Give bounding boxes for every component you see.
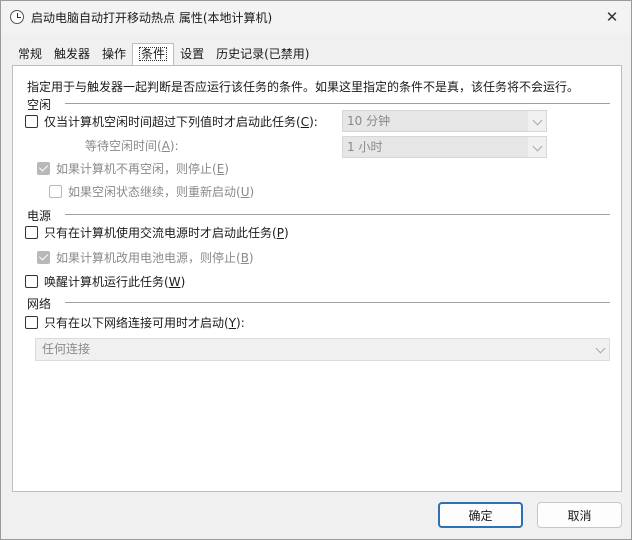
conditions-panel: 指定用于与触发器一起判断是否应运行该任务的条件。如果这里指定的条件不是真，该任务… — [12, 65, 622, 492]
restart-on-idle-label: 如果空闲状态继续，则重新启动(U) — [68, 185, 255, 199]
ok-button[interactable]: 确定 — [438, 502, 523, 528]
stop-on-idle-end-label: 如果计算机不再空闲，则停止(E) — [56, 162, 229, 176]
tab-settings[interactable]: 设置 — [174, 44, 210, 66]
start-idle-checkbox[interactable] — [25, 115, 38, 128]
tab-strip: 常规 触发器 操作 条件 设置 历史记录(已禁用) — [12, 43, 315, 67]
tab-general[interactable]: 常规 — [12, 44, 48, 66]
restart-on-idle-row[interactable]: 如果空闲状态继续，则重新启动(U) — [49, 183, 254, 200]
idle-duration-value: 10 分钟 — [347, 114, 391, 128]
ac-only-row[interactable]: 只有在计算机使用交流电源时才启动此任务(P) — [25, 224, 289, 241]
restart-on-idle-checkbox[interactable] — [49, 185, 62, 198]
close-button[interactable]: ✕ — [599, 5, 625, 29]
start-idle-label: 仅当计算机空闲时间超过下列值时才启动此任务(C): — [44, 115, 318, 129]
network-section-label: 网络 — [27, 297, 52, 311]
network-only-label: 只有在以下网络连接可用时才启动(Y): — [44, 316, 245, 330]
network-section-divider — [65, 302, 610, 303]
chevron-down-icon — [532, 141, 543, 152]
wait-timeout-combo[interactable]: 1 小时 — [342, 136, 547, 158]
title-bar: 启动电脑自动打开移动热点 属性(本地计算机) ✕ — [1, 1, 631, 33]
power-section-divider — [65, 214, 610, 215]
network-only-row[interactable]: 只有在以下网络连接可用时才启动(Y): — [25, 314, 245, 331]
close-icon: ✕ — [605, 8, 619, 26]
idle-section-divider — [65, 103, 610, 104]
wait-idle-label: 等待空闲时间(A): — [85, 139, 179, 153]
network-connection-value: 任何连接 — [42, 342, 91, 356]
wait-timeout-value: 1 小时 — [347, 140, 383, 154]
tab-conditions[interactable]: 条件 — [132, 43, 175, 67]
start-idle-row[interactable]: 仅当计算机空闲时间超过下列值时才启动此任务(C): — [25, 113, 318, 130]
wake-row[interactable]: 唤醒计算机运行此任务(W) — [25, 273, 185, 290]
task-properties-dialog: 启动电脑自动打开移动热点 属性(本地计算机) ✕ 常规 触发器 操作 条件 设置… — [0, 0, 632, 540]
stop-on-battery-checkbox[interactable] — [37, 251, 50, 264]
window-title: 启动电脑自动打开移动热点 属性(本地计算机) — [31, 11, 273, 25]
chevron-down-icon — [532, 115, 543, 126]
stop-on-idle-end-row[interactable]: 如果计算机不再空闲，则停止(E) — [37, 160, 229, 177]
conditions-description: 指定用于与触发器一起判断是否应运行该任务的条件。如果这里指定的条件不是真，该任务… — [27, 80, 580, 94]
cancel-button[interactable]: 取消 — [537, 502, 622, 528]
stop-on-battery-row[interactable]: 如果计算机改用电池电源，则停止(B) — [37, 249, 254, 266]
clock-icon — [10, 10, 24, 24]
wait-idle-row: 等待空闲时间(A): — [85, 137, 179, 154]
power-section-label: 电源 — [27, 209, 52, 223]
network-only-checkbox[interactable] — [25, 316, 38, 329]
tab-history[interactable]: 历史记录(已禁用) — [210, 44, 315, 66]
idle-duration-combo[interactable]: 10 分钟 — [342, 110, 547, 132]
wake-checkbox[interactable] — [25, 275, 38, 288]
network-connection-combo[interactable]: 任何连接 — [35, 338, 610, 361]
ac-only-label: 只有在计算机使用交流电源时才启动此任务(P) — [44, 226, 289, 240]
tab-actions[interactable]: 操作 — [96, 44, 132, 66]
stop-on-battery-label: 如果计算机改用电池电源，则停止(B) — [56, 251, 254, 265]
wake-label: 唤醒计算机运行此任务(W) — [44, 275, 186, 289]
tab-triggers[interactable]: 触发器 — [48, 44, 96, 66]
stop-on-idle-end-checkbox[interactable] — [37, 162, 50, 175]
ac-only-checkbox[interactable] — [25, 226, 38, 239]
idle-section-label: 空闲 — [27, 98, 52, 112]
chevron-down-icon — [595, 343, 606, 354]
